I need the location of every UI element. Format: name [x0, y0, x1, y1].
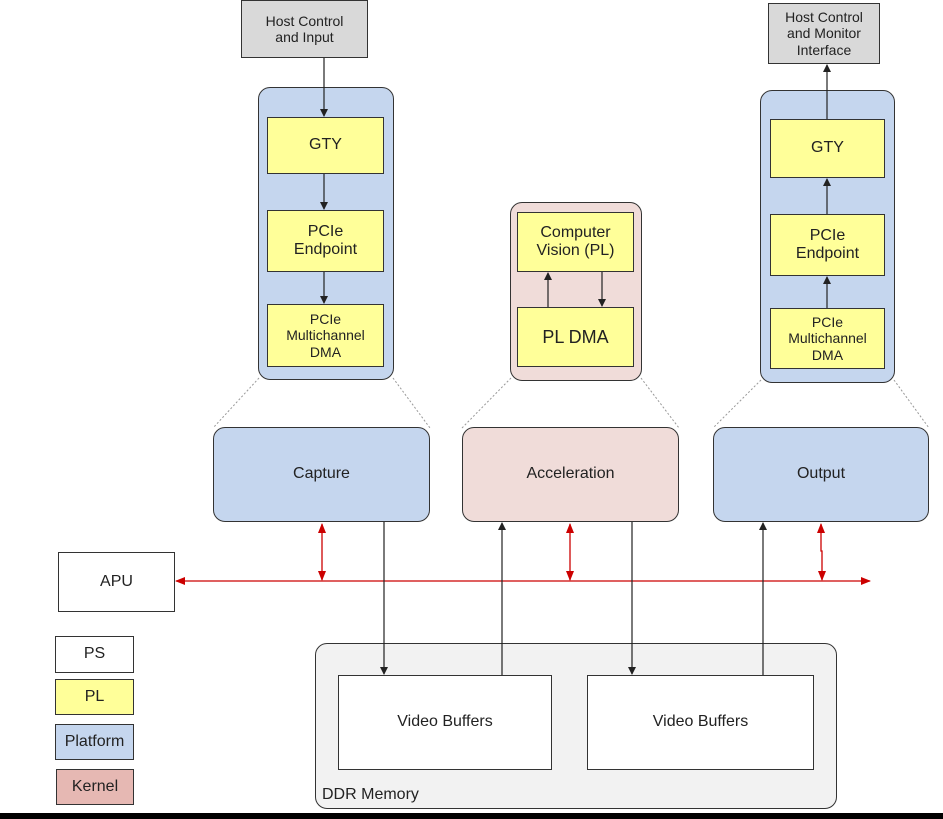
computer-vision-block: Computer Vision (PL): [517, 212, 634, 272]
ddr-memory-label: DDR Memory: [322, 785, 419, 803]
capture-pcie-endpoint-block: PCIe Endpoint: [267, 210, 384, 272]
zoom-line-accel-left: [461, 377, 512, 429]
zoom-line-output-right: [893, 379, 930, 429]
output-pcie-dma-block: PCIe Multichannel DMA: [770, 308, 885, 369]
output-block: Output: [713, 427, 929, 522]
legend-ps: PS: [55, 636, 134, 673]
zoom-line-output-left: [712, 379, 762, 429]
legend-platform: Platform: [55, 724, 134, 760]
host-control-input-block: Host Control and Input: [241, 0, 368, 58]
capture-block: Capture: [213, 427, 430, 522]
apu-block: APU: [58, 552, 175, 612]
legend-pl: PL: [55, 679, 134, 715]
bottom-border: [0, 813, 943, 819]
control-output: [817, 523, 826, 581]
legend-kernel: Kernel: [56, 769, 134, 805]
video-buffers-2: Video Buffers: [587, 675, 814, 770]
pl-dma-block: PL DMA: [517, 307, 634, 367]
video-buffers-1: Video Buffers: [338, 675, 552, 770]
capture-gty-block: GTY: [267, 117, 384, 174]
zoom-line-capture-right: [392, 377, 431, 429]
zoom-line-capture-left: [212, 377, 260, 429]
host-control-monitor-block: Host Control and Monitor Interface: [768, 3, 880, 64]
capture-pcie-dma-block: PCIe Multichannel DMA: [267, 304, 384, 367]
output-gty-block: GTY: [770, 119, 885, 178]
zoom-line-accel-right: [640, 377, 680, 429]
acceleration-block: Acceleration: [462, 427, 679, 522]
output-pcie-endpoint-block: PCIe Endpoint: [770, 214, 885, 276]
